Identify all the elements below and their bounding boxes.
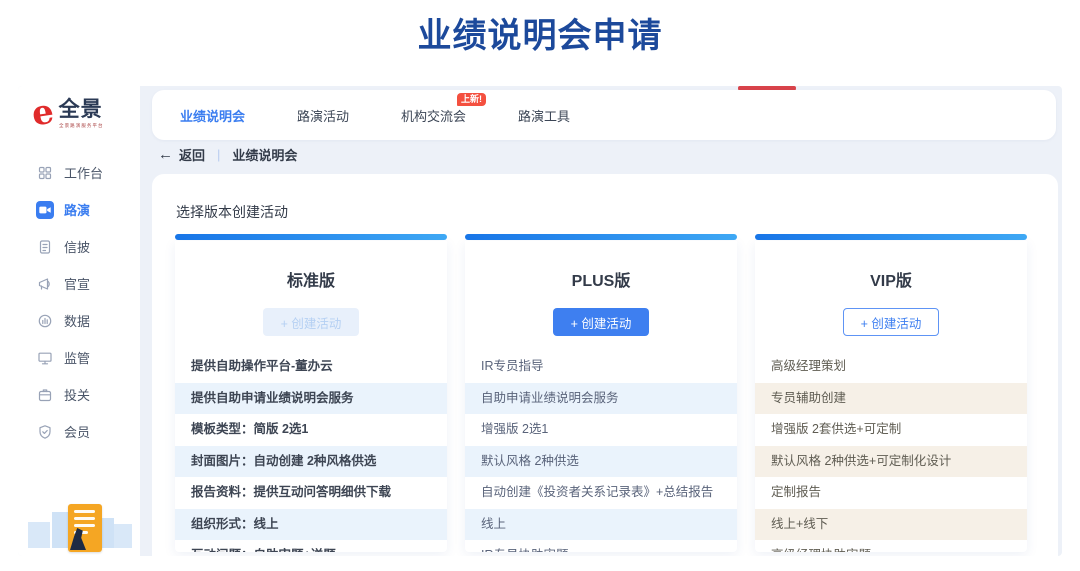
feature-row: 提供自助申请业绩说明会服务 [175, 382, 447, 414]
feature-row: IR专员协助审题 [465, 540, 737, 552]
sidebar-item-label: 数据 [64, 314, 91, 329]
feature-row: 定制报告 [771, 485, 822, 499]
sidebar-item-信披[interactable]: 信披 [18, 228, 140, 265]
version-card-标准版: 标准版 + 创建活动提供自助操作平台-董办云提供自助申请业绩说明会服务模板类型：简… [175, 234, 447, 552]
feature-row: 组织形式：线上 [175, 508, 447, 540]
sidebar-item-官宣[interactable]: 官宣 [18, 265, 140, 302]
sidebar-item-工作台[interactable]: 工作台 [18, 154, 140, 191]
sidebar-item-label: 监管 [64, 351, 91, 366]
sidebar-item-label: 信披 [64, 240, 91, 255]
create-activity-button-PLUS版[interactable]: + 创建活动 [553, 308, 649, 336]
sidebar-illustration [18, 494, 140, 556]
nav-tab-label: 业绩说明会 [180, 108, 246, 124]
building-shape [52, 512, 68, 548]
feature-row: 增强版 2套供选+可定制 [771, 422, 902, 436]
sidebar-item-label: 官宣 [64, 277, 91, 292]
breadcrumb: ← 返回 | 业绩说明会 [158, 145, 297, 164]
version-cards: 标准版 + 创建活动提供自助操作平台-董办云提供自助申请业绩说明会服务模板类型：简… [175, 234, 1027, 552]
logo-brand: 全景 [58, 98, 103, 121]
content-panel: 选择版本创建活动 标准版 + 创建活动提供自助操作平台-董办云提供自助申请业绩说明… [152, 174, 1058, 556]
data-globe-icon [36, 312, 54, 330]
feature-row: 高级经理策划 [771, 359, 847, 373]
feature-row: 互动问题：自助审题+送题 [175, 540, 447, 552]
card-title: 标准版 [286, 273, 335, 290]
breadcrumb-divider: | [217, 147, 221, 162]
feature-row: 高级经理协助审题 [755, 540, 1027, 552]
feature-rows: IR专员指导自助申请业绩说明会服务增强版 2选1 默认风格 2种供选自动创建《投资… [465, 351, 737, 552]
card-top-gradient-bar [755, 234, 1027, 240]
feature-row: 默认风格 2种供选+可定制化设计 [755, 445, 1027, 477]
new-badge: 上新! [457, 92, 487, 106]
create-activity-button-标准版: + 创建活动 [263, 308, 359, 336]
feature-row: 封面图片：自动创建 2种风格供选 [175, 445, 447, 477]
card-body: PLUS版 + 创建活动 IR专员指导自助申请业绩说明会服务增强版 2选1 默认风格 … [465, 241, 737, 552]
card-body: 标准版 + 创建活动提供自助操作平台-董办云提供自助申请业绩说明会服务模板类型：简… [175, 241, 447, 552]
megaphone-icon [36, 275, 54, 293]
back-arrow-icon: ← [158, 146, 173, 163]
building-shape [114, 524, 132, 548]
sidebar-item-会员[interactable]: 会员 [18, 413, 140, 450]
sidebar-item-监管[interactable]: 监管 [18, 339, 140, 376]
breadcrumb-current: 业绩说明会 [232, 148, 298, 163]
feature-rows: 高级经理策划专员辅助创建增强版 2套供选+可定制默认风格 2种供选+可定制化设计… [755, 351, 1027, 552]
nav-tab-label: 机构交流会 [401, 108, 467, 124]
nav-tab-label: 路演工具 [518, 108, 571, 124]
feature-row: 模板类型：简版 2选1 [191, 422, 309, 436]
version-card-PLUS版: PLUS版 + 创建活动 IR专员指导自助申请业绩说明会服务增强版 2选1 默认风格 … [465, 234, 737, 552]
feature-row: 线上+线下 [755, 508, 1027, 540]
section-title: 选择版本创建活动 [176, 204, 288, 220]
video-icon [36, 200, 54, 219]
sidebar-item-label: 路演 [64, 203, 91, 218]
app-window: 业绩说明会 路演活动 机构交流会 上新! 路演工具 ← 返回 | 业绩说明会 选择版本创… [18, 86, 1062, 556]
sidebar-item-数据[interactable]: 数据 [18, 302, 140, 339]
sidebar-item-label: 工作台 [64, 166, 104, 181]
create-activity-button-VIP版[interactable]: + 创建活动 [843, 308, 939, 336]
card-title: VIP版 [870, 273, 912, 290]
feature-row: 专员辅助创建 [755, 382, 1027, 414]
logo-tagline: 全景路演服务平台 [58, 123, 104, 129]
sidebar-item-label: 投关 [64, 388, 91, 403]
back-button[interactable]: ← 返回 [158, 145, 205, 164]
shield-icon [36, 423, 54, 441]
nav-tab-路演活动[interactable]: 路演活动 [297, 106, 349, 125]
top-nav-bar: 业绩说明会 路演活动 机构交流会 上新! 路演工具 [152, 90, 1056, 140]
sidebar-item-投关[interactable]: 投关 [18, 376, 140, 413]
red-e-swirl-icon: e [29, 91, 57, 135]
card-top-gradient-bar [175, 234, 447, 240]
nav-tab-路演工具[interactable]: 路演工具 [518, 106, 570, 125]
feature-row: 默认风格 2种供选 [465, 445, 737, 477]
building-shape [102, 518, 114, 548]
feature-row: 自动创建《投资者关系记录表》+总结报告 [481, 485, 714, 499]
version-card-VIP版: VIP版 + 创建活动高级经理策划专员辅助创建增强版 2套供选+可定制默认风格 2… [755, 234, 1027, 552]
feature-row: 提供自助操作平台-董办云 [191, 359, 333, 373]
card-top-gradient-bar [465, 234, 737, 240]
logo: e 全景 全景路演服务平台 [29, 91, 108, 135]
sidebar-item-label: 会员 [64, 425, 91, 440]
card-body: VIP版 + 创建活动高级经理策划专员辅助创建增强版 2套供选+可定制默认风格 2… [755, 241, 1027, 552]
nav-tab-label: 路演活动 [297, 108, 350, 124]
feature-row: 报告资料：提供互动问答明细供下载 [191, 485, 392, 499]
sidebar: e 全景 全景路演服务平台 工作台路演信披官宣数据监管投关会员 [18, 86, 140, 556]
card-title: PLUS版 [571, 273, 631, 290]
nav-tab-业绩说明会[interactable]: 业绩说明会 [180, 106, 245, 125]
sidebar-item-路演[interactable]: 路演 [18, 191, 140, 228]
page-title: 业绩说明会申请 [417, 17, 663, 55]
feature-rows: 提供自助操作平台-董办云提供自助申请业绩说明会服务模板类型：简版 2选1 封面图片… [175, 351, 447, 552]
box-icon [36, 386, 54, 404]
nav-tab-机构交流会[interactable]: 机构交流会 上新! [401, 92, 487, 125]
grid-icon [36, 164, 54, 182]
feature-row: 线上 [465, 508, 737, 540]
feature-row: 自助申请业绩说明会服务 [465, 382, 737, 414]
feature-row: IR专员指导 [481, 359, 544, 373]
document-icon [36, 238, 54, 256]
monitor-icon [36, 349, 54, 367]
back-label: 返回 [179, 148, 206, 163]
building-shape [28, 522, 50, 548]
feature-row: 增强版 2选1 [481, 422, 549, 436]
